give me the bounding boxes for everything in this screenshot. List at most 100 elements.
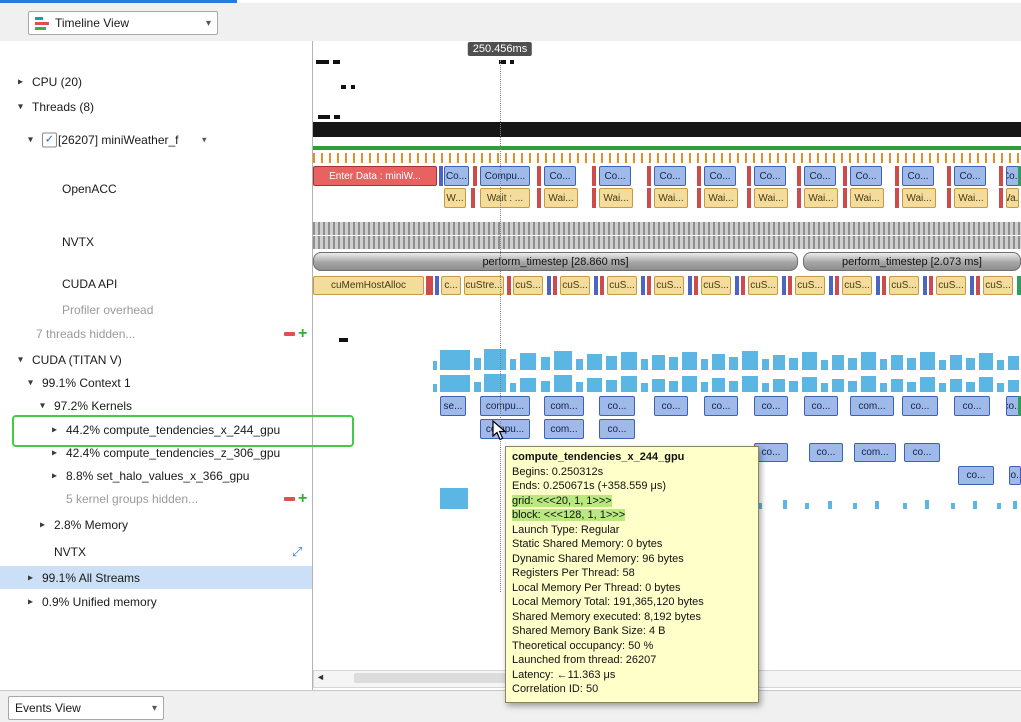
openacc-wait-bar[interactable]: Wai... bbox=[850, 188, 884, 208]
cuda-api-bar[interactable] bbox=[970, 276, 974, 295]
cuda-api-bar[interactable] bbox=[647, 276, 651, 295]
time-cursor-badge[interactable]: 250.456ms bbox=[468, 42, 532, 56]
tree-item-kernel-z306[interactable]: ▸42.4% compute_tendencies_z_306_gpu bbox=[0, 442, 312, 464]
openacc-wait-bar[interactable] bbox=[843, 188, 847, 208]
openacc-wait-bar[interactable]: Wai... bbox=[704, 188, 738, 208]
cuda-api-bar[interactable] bbox=[426, 276, 433, 295]
context1-activity-bar[interactable] bbox=[773, 379, 785, 392]
context1-activity-bar[interactable] bbox=[848, 381, 857, 392]
cuda-api-bar[interactable] bbox=[1017, 276, 1021, 295]
chevron-right-icon[interactable]: ▸ bbox=[18, 77, 23, 88]
openacc-compute-bar[interactable] bbox=[439, 166, 443, 186]
gpu-activity-bar[interactable] bbox=[950, 355, 962, 370]
kernels-all-bar[interactable]: com... bbox=[850, 396, 894, 416]
process-checkbox[interactable]: ✓ bbox=[42, 133, 57, 148]
gpu-activity-bar[interactable] bbox=[939, 360, 946, 370]
remove-icon[interactable] bbox=[284, 332, 295, 336]
context1-activity-bar[interactable] bbox=[484, 374, 506, 392]
openacc-wait-bar[interactable]: Wai... bbox=[954, 188, 988, 208]
cuda-api-bar[interactable]: cuS... bbox=[795, 276, 825, 295]
cuda-api-bar[interactable] bbox=[553, 276, 557, 295]
threads-activity-bar[interactable] bbox=[334, 115, 340, 119]
openacc-wait-bar[interactable] bbox=[947, 188, 951, 208]
kernels-all-bar[interactable]: co... bbox=[754, 396, 788, 416]
kernel-halo-bar[interactable]: co... bbox=[958, 466, 994, 485]
openacc-compute-bar[interactable]: Enter Data : miniW... bbox=[313, 166, 437, 186]
kernels-all-bar[interactable]: co... bbox=[704, 396, 738, 416]
chevron-right-icon[interactable]: ▸ bbox=[28, 572, 33, 583]
gpu-activity-bar[interactable] bbox=[729, 357, 738, 370]
cuda-api-bar[interactable] bbox=[435, 276, 439, 295]
gpu-activity-bar[interactable] bbox=[621, 352, 637, 370]
openacc-compute-bar[interactable]: Co... bbox=[902, 166, 934, 186]
cuda-api-bar[interactable]: cuS... bbox=[607, 276, 637, 295]
openacc-compute-bar[interactable]: Co... bbox=[804, 166, 836, 186]
tree-item-cuda-device[interactable]: ▾CUDA (TITAN V) bbox=[0, 348, 312, 371]
gpu-activity-bar[interactable] bbox=[510, 359, 516, 370]
kernels-all-bar[interactable]: co... bbox=[954, 396, 990, 416]
tree-item-kernel-x244[interactable]: ▸44.2% compute_tendencies_x_244_gpu bbox=[0, 418, 312, 441]
gpu-activity-bar[interactable] bbox=[440, 350, 470, 370]
openacc-wait-bar[interactable]: Wa... bbox=[1006, 188, 1019, 208]
cuda-api-bar[interactable]: cuS... bbox=[560, 276, 590, 295]
gpu-activity-bar[interactable] bbox=[484, 349, 506, 370]
gpu-activity-bar[interactable] bbox=[762, 359, 769, 370]
nvtx-ranges-bar[interactable]: perform_timestep [28.860 ms] bbox=[313, 252, 798, 271]
context1-activity-bar[interactable] bbox=[742, 376, 758, 392]
context1-activity-bar[interactable] bbox=[669, 381, 678, 392]
gpu-activity-bar[interactable] bbox=[802, 352, 817, 370]
kernel-z306-bar[interactable]: com... bbox=[854, 443, 896, 462]
kernel-groups-hidden-bar[interactable] bbox=[997, 503, 1001, 509]
kernels-all-bar[interactable]: se... bbox=[440, 396, 466, 416]
gpu-activity-bar[interactable] bbox=[682, 352, 697, 370]
gpu-activity-bar[interactable] bbox=[474, 358, 481, 370]
chevron-down-icon[interactable]: ▾ bbox=[40, 401, 45, 412]
gpu-activity-bar[interactable] bbox=[587, 354, 602, 370]
gpu-activity-bar[interactable] bbox=[789, 358, 798, 370]
context1-activity-bar[interactable] bbox=[950, 379, 962, 392]
add-icon[interactable]: + bbox=[298, 494, 307, 504]
cuda-api-bar[interactable]: cuS... bbox=[842, 276, 872, 295]
cuda-api-bar[interactable] bbox=[507, 276, 511, 295]
tree-item-threads-hidden[interactable]: 7 threads hidden...+ bbox=[0, 323, 312, 345]
context1-activity-bar[interactable] bbox=[433, 384, 437, 392]
gpu-activity-bar[interactable] bbox=[880, 359, 887, 370]
openacc-wait-bar[interactable]: Wai... bbox=[544, 188, 578, 208]
cpu-activity-bar[interactable] bbox=[341, 85, 346, 89]
kernel-groups-hidden-bar[interactable] bbox=[903, 503, 907, 509]
timeline-view-dropdown[interactable]: Timeline View ▾ bbox=[28, 11, 218, 35]
openacc-compute-bar[interactable]: Co... bbox=[850, 166, 882, 186]
cuda-api-bar[interactable]: cuS... bbox=[983, 276, 1013, 295]
cpu-activity-bar[interactable] bbox=[351, 85, 355, 89]
chevron-right-icon[interactable]: ▸ bbox=[40, 520, 45, 531]
openacc-compute-bar[interactable]: Co... bbox=[704, 166, 736, 186]
process-options-caret-icon[interactable]: ▾ bbox=[202, 135, 207, 146]
openacc-compute-bar[interactable] bbox=[797, 166, 801, 186]
nvtx-dense-2-bar[interactable] bbox=[313, 236, 1021, 249]
chevron-down-icon[interactable]: ▾ bbox=[28, 378, 33, 389]
expand-row-icon[interactable]: ⤢ bbox=[292, 544, 302, 560]
context1-activity-bar[interactable] bbox=[440, 375, 470, 392]
cuda-api-bar[interactable] bbox=[547, 276, 551, 295]
context1-activity-bar[interactable] bbox=[520, 378, 536, 392]
context1-activity-bar[interactable] bbox=[554, 375, 572, 392]
cuda-api-bar[interactable] bbox=[735, 276, 739, 295]
tree-item-nvtx[interactable]: NVTX bbox=[0, 226, 312, 258]
openacc-compute-bar[interactable] bbox=[697, 166, 701, 186]
cuda-api-bar[interactable]: cuS... bbox=[936, 276, 966, 295]
gpu-activity-bar[interactable] bbox=[861, 352, 876, 370]
chevron-right-icon[interactable]: ▸ bbox=[52, 424, 57, 435]
openacc-compute-bar[interactable] bbox=[473, 166, 477, 186]
tree-item-kernel-groups-hidden[interactable]: 5 kernel groups hidden...+ bbox=[0, 488, 312, 510]
cuda-api-bar[interactable] bbox=[929, 276, 933, 295]
kernels-all-bar[interactable]: co... bbox=[902, 396, 938, 416]
openacc-markers-bar[interactable] bbox=[313, 153, 1021, 163]
openacc-compute-bar[interactable] bbox=[947, 166, 951, 186]
process-green-bar[interactable] bbox=[313, 146, 1021, 150]
context1-activity-bar[interactable] bbox=[641, 383, 648, 392]
kernel-groups-hidden-bar[interactable] bbox=[973, 501, 977, 509]
gpu-activity-bar[interactable] bbox=[554, 351, 572, 370]
openacc-wait-bar[interactable] bbox=[797, 188, 801, 208]
chevron-down-icon[interactable]: ▾ bbox=[18, 102, 23, 113]
kernel-groups-hidden-bar[interactable] bbox=[853, 503, 857, 509]
